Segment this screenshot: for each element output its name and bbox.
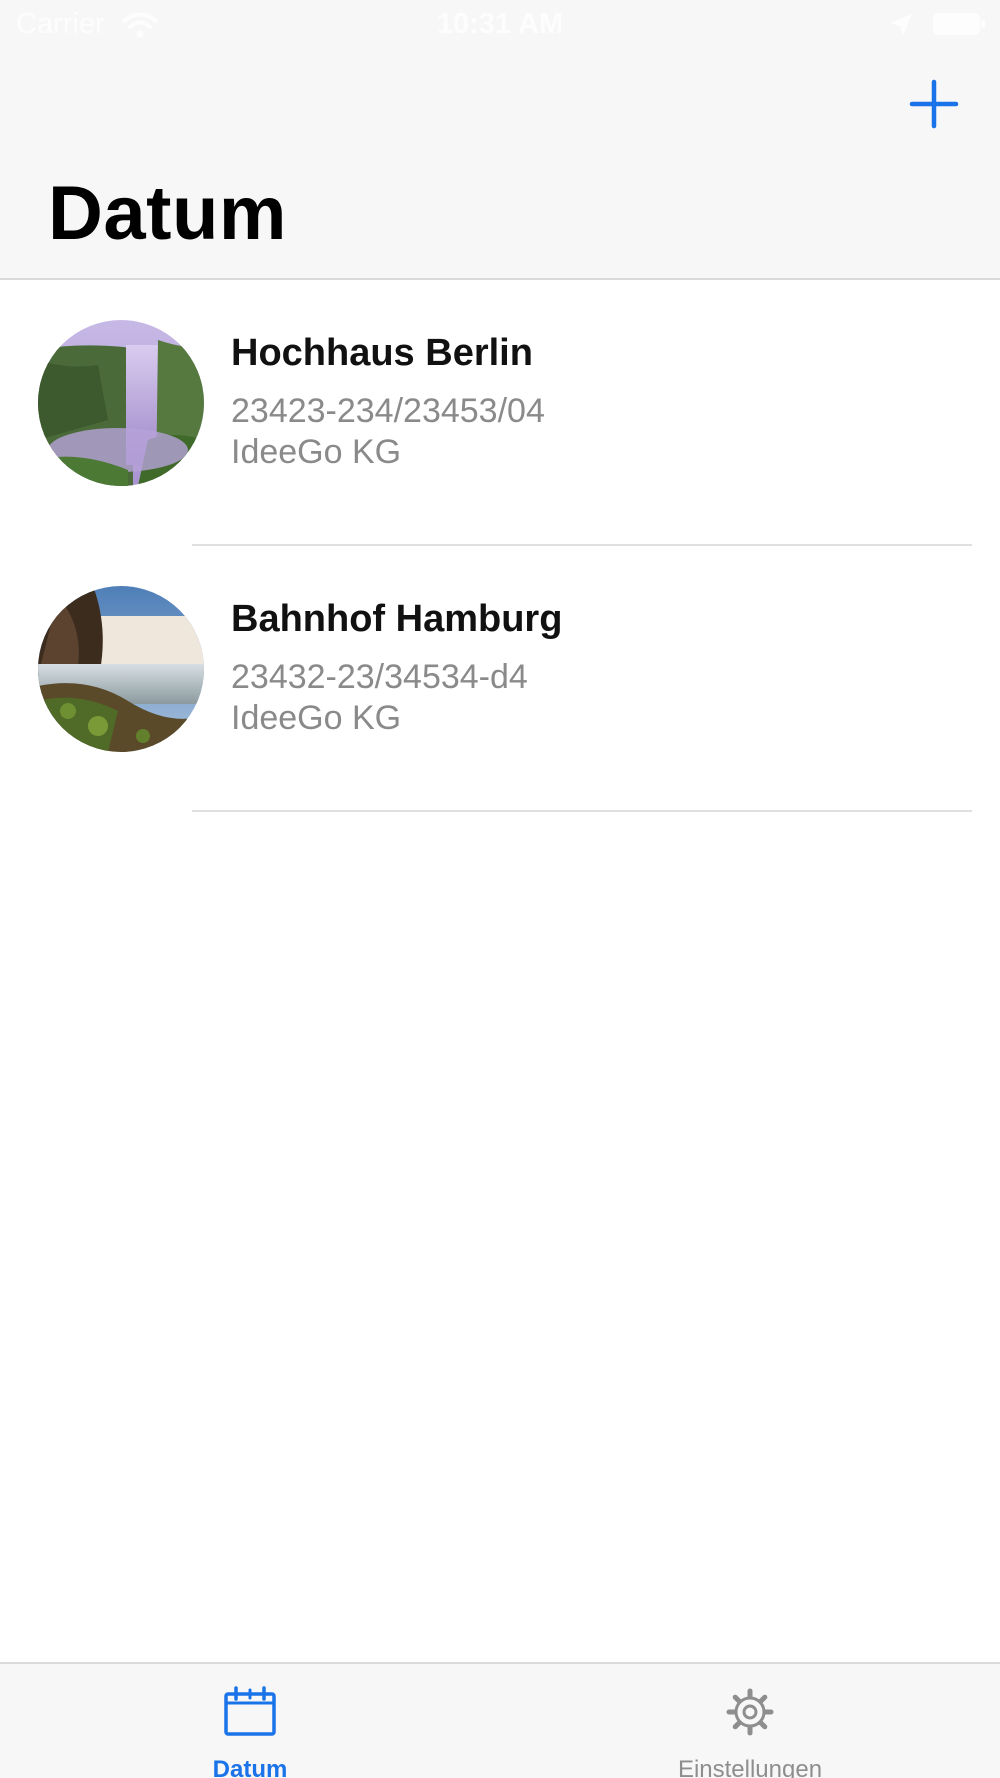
page-title: Datum <box>48 171 287 256</box>
tab-einstellungen[interactable]: Einstellungen <box>500 1664 1000 1778</box>
item-title: Bahnhof Hamburg <box>231 598 563 640</box>
item-thumbnail <box>38 586 204 752</box>
status-bar: Carrier 10:31 AM <box>0 0 1000 50</box>
gear-icon <box>726 1688 774 1736</box>
status-time: 10:31 AM <box>436 8 564 40</box>
item-list: Hochhaus Berlin 23423-234/23453/04 IdeeG… <box>0 280 1000 812</box>
item-title: Hochhaus Berlin <box>231 332 533 374</box>
row-separator <box>192 810 972 812</box>
navigation-bar: Datum <box>0 50 1000 280</box>
list-item[interactable]: Bahnhof Hamburg 23432-23/34534-d4 IdeeGo… <box>0 546 1000 812</box>
tab-label: Einstellungen <box>677 1756 823 1778</box>
location-arrow-icon <box>890 14 912 36</box>
battery-icon <box>933 13 985 35</box>
list-item[interactable]: Hochhaus Berlin 23423-234/23453/04 IdeeG… <box>0 280 1000 546</box>
item-company: IdeeGo KG <box>231 433 402 471</box>
item-thumbnail <box>38 320 204 486</box>
item-code: 23423-234/23453/04 <box>231 392 545 430</box>
add-button[interactable] <box>904 74 964 134</box>
tab-bar: Datum Einstellungen <box>0 1662 1000 1778</box>
waterfall-photo <box>38 320 204 486</box>
calendar-icon <box>224 1686 276 1736</box>
tab-label: Datum <box>212 1756 288 1778</box>
item-company: IdeeGo KG <box>231 699 402 737</box>
waterfall-photo <box>38 586 204 752</box>
tab-datum[interactable]: Datum <box>0 1664 500 1778</box>
item-code: 23432-23/34534-d4 <box>231 658 528 696</box>
